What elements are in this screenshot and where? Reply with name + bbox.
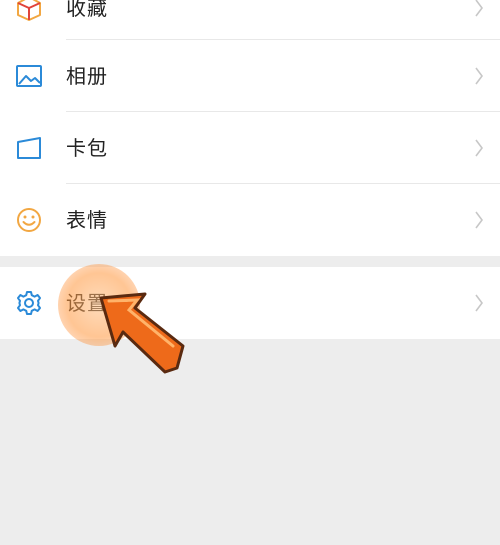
menu-item-card-wallet[interactable]: 卡包	[0, 112, 500, 184]
chevron-right-icon	[475, 139, 483, 157]
pointer-arrow-icon	[99, 292, 185, 374]
gear-icon	[17, 291, 41, 315]
menu-item-stickers[interactable]: 表情	[0, 184, 500, 256]
chevron-right-icon	[475, 211, 483, 229]
menu-item-album[interactable]: 相册	[0, 40, 500, 112]
smiley-icon	[17, 208, 41, 232]
chevron-right-icon	[475, 67, 483, 85]
menu-item-label: 收藏	[66, 0, 108, 20]
card-wallet-icon	[17, 137, 41, 159]
menu-group-main: 收藏 相册 卡包 表情	[0, 0, 500, 256]
menu-item-label: 卡包	[66, 136, 108, 160]
menu-item-favorites[interactable]: 收藏	[0, 0, 500, 44]
chevron-right-icon	[475, 0, 483, 17]
menu-item-label: 相册	[66, 64, 108, 88]
chevron-right-icon	[475, 294, 483, 312]
favorites-cube-icon	[17, 0, 41, 21]
album-icon	[16, 65, 42, 87]
menu-item-label: 表情	[66, 208, 108, 232]
